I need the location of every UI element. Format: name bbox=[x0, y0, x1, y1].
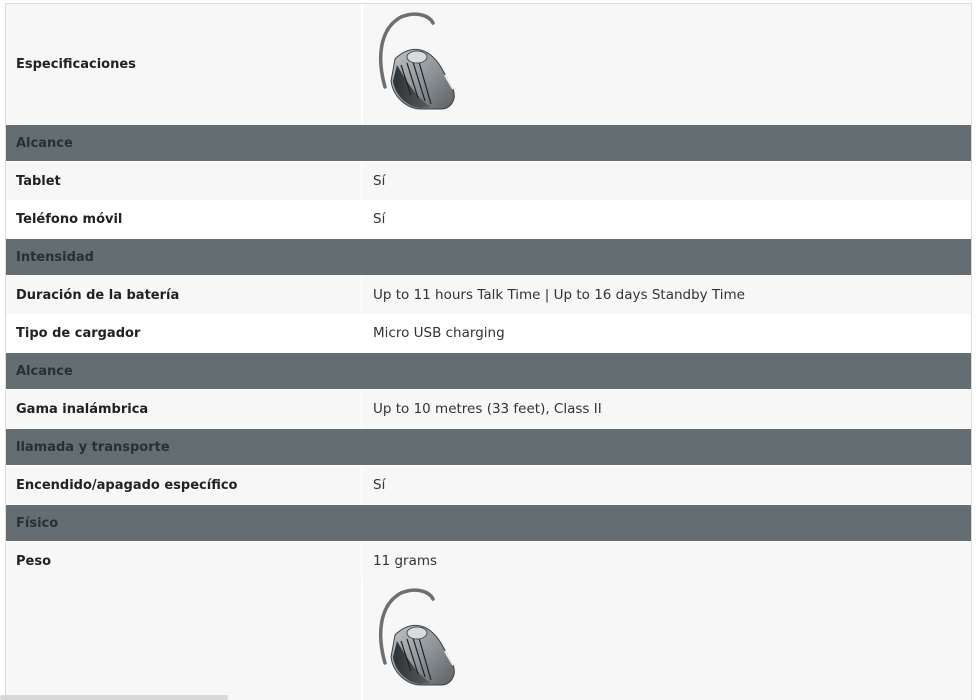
horizontal-scrollbar[interactable] bbox=[0, 695, 228, 700]
spec-row-power-switch: Encendido/apagado específico Sí bbox=[6, 466, 971, 504]
spec-row-value: Up to 11 hours Talk Time | Up to 16 days… bbox=[361, 276, 971, 314]
spec-row-charger: Tipo de cargador Micro USB charging bbox=[6, 314, 971, 352]
spec-row-value: Sí bbox=[361, 162, 971, 200]
section-header-fisico: Físico bbox=[6, 504, 971, 542]
spec-row-value: 11 grams bbox=[361, 542, 971, 580]
spec-row-label: Tablet bbox=[16, 173, 61, 189]
spec-row-wireless-range: Gama inalámbrica Up to 10 metres (33 fee… bbox=[6, 390, 971, 428]
spec-row-value: Micro USB charging bbox=[361, 314, 971, 352]
section-header-label: Alcance bbox=[16, 135, 73, 151]
spec-row-tablet: Tablet Sí bbox=[6, 162, 971, 200]
section-header-label: llamada y transporte bbox=[16, 439, 170, 455]
spec-row-label: Gama inalámbrica bbox=[16, 401, 149, 417]
spec-title: Especificaciones bbox=[16, 56, 136, 72]
spec-row-value: Up to 10 metres (33 feet), Class II bbox=[361, 390, 971, 428]
section-header-label: Físico bbox=[16, 515, 59, 531]
section-header-alcance-2: Alcance bbox=[6, 352, 971, 390]
spec-row-label: Duración de la batería bbox=[16, 287, 180, 303]
headset-product-image bbox=[379, 588, 455, 686]
spec-row-value: Sí bbox=[361, 466, 971, 504]
product-image-cell bbox=[361, 580, 971, 700]
spec-row-mobile: Teléfono móvil Sí bbox=[6, 200, 971, 238]
product-image-cell bbox=[361, 4, 971, 124]
spec-row-label: Peso bbox=[16, 553, 52, 569]
spec-table: Especificaciones Alcance Tablet Sí Teléf… bbox=[5, 3, 972, 700]
section-header-label: Intensidad bbox=[16, 249, 94, 265]
section-header-intensidad: Intensidad bbox=[6, 238, 971, 276]
section-header-label: Alcance bbox=[16, 363, 73, 379]
spec-row-label: Teléfono móvil bbox=[16, 211, 123, 227]
spec-header-row: Especificaciones bbox=[6, 4, 971, 124]
spec-row-value: Sí bbox=[361, 200, 971, 238]
spec-row-weight: Peso 11 grams bbox=[6, 542, 971, 580]
empty-label-cell bbox=[6, 580, 361, 700]
section-header-alcance: Alcance bbox=[6, 124, 971, 162]
headset-product-image bbox=[379, 12, 455, 110]
spec-row-battery: Duración de la batería Up to 11 hours Ta… bbox=[6, 276, 971, 314]
spec-row-label: Tipo de cargador bbox=[16, 325, 141, 341]
section-header-llamada: llamada y transporte bbox=[6, 428, 971, 466]
product-image-row-bottom bbox=[6, 580, 971, 700]
spec-row-label: Encendido/apagado específico bbox=[16, 477, 238, 493]
